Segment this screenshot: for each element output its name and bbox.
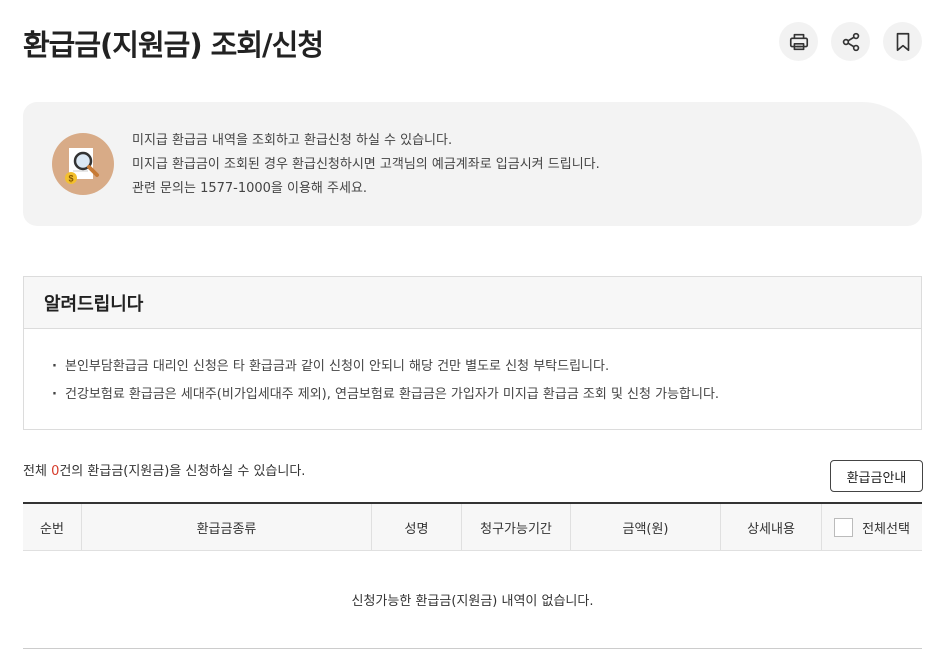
info-line: 미지급 환급금이 조회된 경우 환급신청하시면 고객님의 예금계좌로 입금시켜 … xyxy=(132,157,600,172)
info-text: 미지급 환급금 내역을 조회하고 환급신청 하실 수 있습니다. 미지급 환급금… xyxy=(132,129,600,201)
page-title: 환급금(지원금) 조회/신청 xyxy=(23,28,324,62)
select-all-label[interactable]: 전체선택 xyxy=(862,518,910,537)
result-summary: 전체 0건의 환급금(지원금)을 신청하실 수 있습니다. xyxy=(23,460,305,479)
document-search-icon: $ xyxy=(52,133,114,195)
col-select-all: 전체선택 xyxy=(822,504,922,550)
notice-panel: 알려드립니다 본인부담환급금 대리인 신청은 타 환급금과 같이 신청이 안되니… xyxy=(23,276,922,430)
print-button[interactable] xyxy=(779,22,818,61)
notice-title: 알려드립니다 xyxy=(24,277,921,329)
summary-prefix: 전체 xyxy=(23,464,52,479)
notice-list: 본인부담환급금 대리인 신청은 타 환급금과 같이 신청이 안되니 해당 건만 … xyxy=(24,329,921,409)
print-icon xyxy=(789,33,808,50)
empty-message: 신청가능한 환급금(지원금) 내역이 없습니다. xyxy=(23,551,922,649)
refund-table: 순번 환급금종류 성명 청구가능기간 금액(원) 상세내용 전체선택 신청가능한… xyxy=(23,502,922,649)
share-icon xyxy=(842,32,859,51)
info-line: 관련 문의는 1577-1000을 이용해 주세요. xyxy=(132,181,368,196)
col-refund-type: 환급금종류 xyxy=(82,504,372,550)
summary-suffix: 건의 환급금(지원금)을 신청하실 수 있습니다. xyxy=(59,464,306,479)
refund-guide-button[interactable]: 환급금안내 xyxy=(830,460,923,492)
svg-text:$: $ xyxy=(68,174,73,184)
info-line: 미지급 환급금 내역을 조회하고 환급신청 하실 수 있습니다. xyxy=(132,133,453,148)
bookmark-button[interactable] xyxy=(883,22,922,61)
col-seq: 순번 xyxy=(23,504,82,550)
share-button[interactable] xyxy=(831,22,870,61)
col-amount: 금액(원) xyxy=(571,504,721,550)
notice-item: 건강보험료 환급금은 세대주(비가입세대주 제외), 연금보험료 환급금은 가입… xyxy=(52,381,921,409)
col-name: 성명 xyxy=(372,504,462,550)
header-actions xyxy=(779,22,922,61)
col-detail: 상세내용 xyxy=(721,504,822,550)
bookmark-icon xyxy=(896,32,909,51)
info-box: $ 미지급 환급금 내역을 조회하고 환급신청 하실 수 있습니다. 미지급 환… xyxy=(23,102,922,226)
table-header: 순번 환급금종류 성명 청구가능기간 금액(원) 상세내용 전체선택 xyxy=(23,504,922,551)
col-claim-period: 청구가능기간 xyxy=(462,504,571,550)
select-all-checkbox[interactable] xyxy=(834,517,854,537)
notice-item: 본인부담환급금 대리인 신청은 타 환급금과 같이 신청이 안되니 해당 건만 … xyxy=(52,353,921,381)
